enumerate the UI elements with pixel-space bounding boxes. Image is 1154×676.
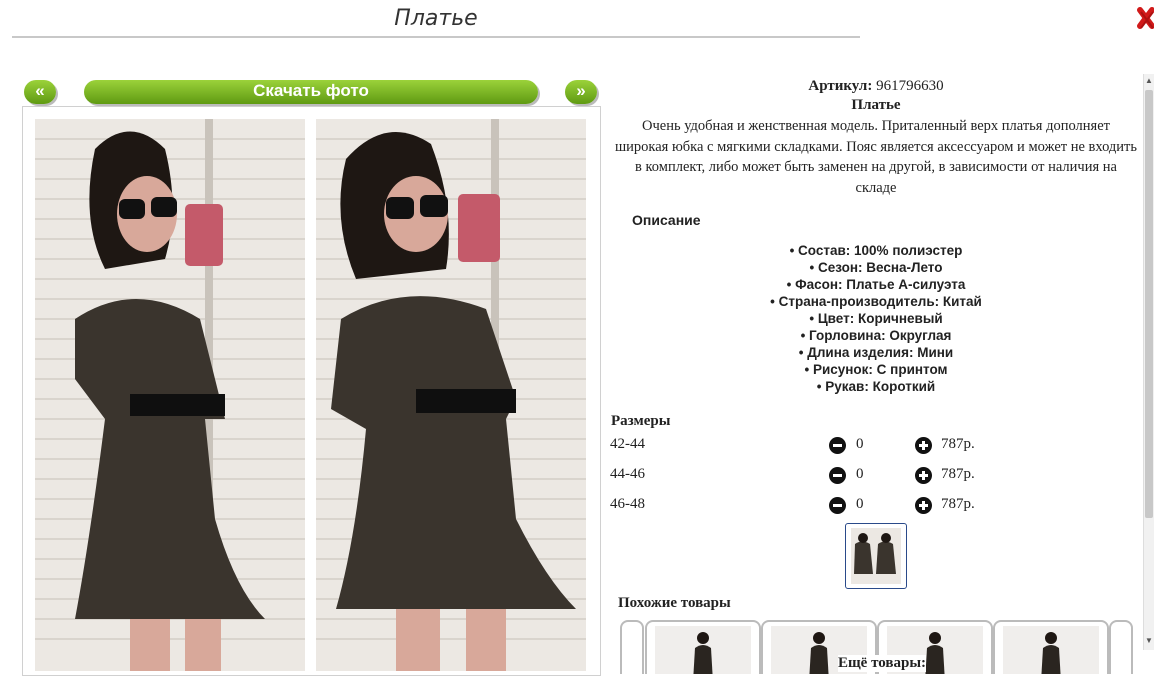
product-description: Очень удобная и женственная модель. Прит… <box>614 118 1138 196</box>
spec-item: Длина изделия: Мини <box>610 344 1142 361</box>
product-photo-right <box>316 119 586 671</box>
photo-thumbnail[interactable] <box>845 523 907 589</box>
minus-circle-icon[interactable] <box>829 467 846 484</box>
spec-item: Состав: 100% полиэстер <box>610 242 1142 259</box>
page-title: Платье <box>12 4 860 38</box>
similar-heading: Похожие товары <box>618 595 731 611</box>
product-info: Артикул: 961796630 Платье Очень удобная … <box>610 74 1142 674</box>
size-row: 44-46 0 787р. <box>610 460 1142 490</box>
spec-item: Горловина: Округлая <box>610 327 1142 344</box>
spec-item: Цвет: Коричневый <box>610 310 1142 327</box>
size-quantity: 0 <box>856 466 864 482</box>
sizes-heading: Размеры <box>611 413 671 429</box>
minus-circle-icon[interactable] <box>829 497 846 514</box>
product-photo-left <box>35 119 305 671</box>
similar-item[interactable] <box>993 620 1109 674</box>
download-photo-button[interactable]: Скачать фото <box>84 80 538 104</box>
plus-circle-icon[interactable] <box>915 497 932 514</box>
close-icon[interactable] <box>1136 6 1154 32</box>
product-photo <box>22 106 601 676</box>
more-heading: Ещё товары: <box>838 655 927 672</box>
scroll-down-icon[interactable]: ▼ <box>1145 636 1153 645</box>
spec-item: Фасон: Платье А-силуэта <box>610 276 1142 293</box>
size-label: 46-48 <box>610 496 645 512</box>
similar-scroll-right[interactable] <box>1109 620 1133 674</box>
size-price: 787р. <box>941 436 975 452</box>
size-label: 42-44 <box>610 436 645 452</box>
specs-list: Состав: 100% полиэстер Сезон: Весна-Лето… <box>610 242 1142 395</box>
spec-item: Сезон: Весна-Лето <box>610 259 1142 276</box>
size-quantity: 0 <box>856 436 864 452</box>
scrollbar-thumb[interactable] <box>1145 90 1153 518</box>
spec-item: Рукав: Короткий <box>610 378 1142 395</box>
next-photo-button[interactable]: » <box>565 80 597 104</box>
scroll-up-icon[interactable]: ▲ <box>1145 76 1153 85</box>
article-line: Артикул: 961796630 <box>610 78 1142 95</box>
spec-item: Рисунок: С принтом <box>610 361 1142 378</box>
plus-circle-icon[interactable] <box>915 467 932 484</box>
size-row: 42-44 0 787р. <box>610 430 1142 460</box>
spec-item: Страна-производитель: Китай <box>610 293 1142 310</box>
specs-heading: Описание <box>632 212 701 228</box>
similar-scroll-left[interactable] <box>620 620 644 674</box>
size-quantity: 0 <box>856 496 864 512</box>
article-value: 961796630 <box>876 78 944 94</box>
similar-item[interactable] <box>645 620 761 674</box>
plus-circle-icon[interactable] <box>915 437 932 454</box>
size-label: 44-46 <box>610 466 645 482</box>
size-price: 787р. <box>941 496 975 512</box>
size-row: 46-48 0 787р. <box>610 490 1142 520</box>
minus-circle-icon[interactable] <box>829 437 846 454</box>
article-label: Артикул: <box>808 78 873 94</box>
prev-photo-button[interactable]: « <box>24 80 56 104</box>
size-price: 787р. <box>941 466 975 482</box>
product-name: Платье <box>851 97 901 113</box>
